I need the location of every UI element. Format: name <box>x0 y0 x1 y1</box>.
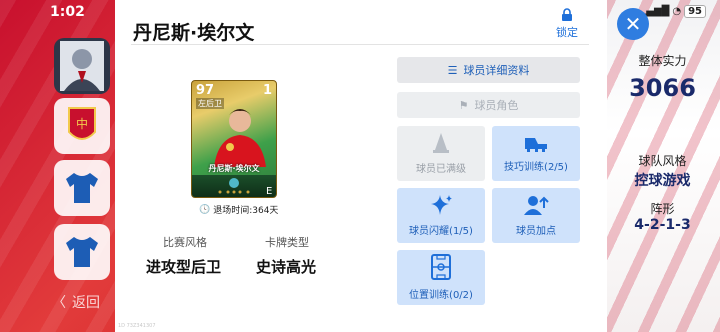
position-training-tile[interactable]: 位置训练(0/2) <box>397 250 485 305</box>
home-kit-icon <box>66 173 98 203</box>
strength-value: 3066 <box>629 74 696 102</box>
team-style-label: 球队风格 <box>638 154 687 168</box>
sparkle-icon <box>431 195 452 215</box>
manager-avatar-icon <box>60 41 104 91</box>
close-button[interactable]: ✕ <box>617 8 649 40</box>
formation-value: 4-2-1-3 <box>634 217 691 233</box>
away-kit-button[interactable] <box>54 224 110 280</box>
list-icon: ☰ <box>447 63 458 77</box>
clock-icon: 🕓 <box>199 204 211 215</box>
card-badge-icon: E <box>218 178 272 197</box>
flag-icon: ⚑ <box>458 98 469 112</box>
card-type-label: 卡牌类型 <box>265 236 309 249</box>
lock-label: 锁定 <box>556 26 578 39</box>
svg-text:E: E <box>266 186 272 197</box>
team-emblem-icon: 中 <box>68 107 96 140</box>
team-emblem-button[interactable]: 中 <box>54 98 110 154</box>
card-rating: 97 <box>196 83 215 98</box>
cone-icon <box>433 133 449 153</box>
skill-training-tile[interactable]: 技巧训练(2/5) <box>492 126 580 181</box>
back-button[interactable]: 〈 返回 <box>52 290 112 314</box>
player-detail-modal: 丹尼斯·埃尔文 锁定 97 1 左后卫 丹尼斯·埃尔文 E 🕓 退场时间:364… <box>115 0 607 332</box>
player-role-button[interactable]: ⚑ 球员角色 <box>397 92 580 118</box>
home-kit-button[interactable] <box>54 160 110 216</box>
card-player-name: 丹尼斯·埃尔文 <box>208 164 260 173</box>
player-boost-label: 球员加点 <box>516 226 556 237</box>
retire-text: 退场时间:364天 <box>213 206 279 216</box>
away-kit-icon <box>66 237 98 267</box>
player-card[interactable]: 97 1 左后卫 丹尼斯·埃尔文 E <box>191 80 277 198</box>
manager-avatar-button[interactable] <box>54 38 110 94</box>
team-style-value: 控球游戏 <box>634 173 691 189</box>
player-flash-label: 球员闪耀(1/5) <box>409 226 473 237</box>
back-label: 返回 <box>72 295 100 311</box>
title-divider <box>131 44 589 45</box>
player-maxed-label: 球员已满级 <box>416 164 466 175</box>
player-details-label: 球员详细资料 <box>463 64 530 77</box>
user-plus-icon <box>524 196 549 215</box>
position-training-label: 位置训练(0/2) <box>409 290 473 301</box>
player-photo <box>214 109 266 167</box>
svg-text:中: 中 <box>76 116 88 131</box>
card-base: E <box>192 175 276 197</box>
boot-icon <box>525 138 547 152</box>
chevron-left-icon: 〈 <box>52 295 66 311</box>
player-role-label: 球员角色 <box>474 99 519 112</box>
player-details-button[interactable]: ☰ 球员详细资料 <box>397 57 580 83</box>
team-summary-panel: 整体实力 3066 球队风格 控球游戏 阵形 4-2-1-3 <box>605 0 720 332</box>
close-icon: ✕ <box>624 12 642 36</box>
play-style-value: 进攻型后卫 <box>146 258 222 276</box>
card-number: 1 <box>262 83 272 98</box>
player-name-title: 丹尼斯·埃尔文 <box>133 22 255 44</box>
footer-code: 1D 73Z341307 <box>118 323 156 329</box>
play-style-label: 比赛风格 <box>163 236 207 249</box>
player-flash-tile[interactable]: 球员闪耀(1/5) <box>397 188 485 243</box>
lock-button[interactable]: 锁定 <box>547 8 587 40</box>
skill-training-label: 技巧训练(2/5) <box>504 162 568 173</box>
status-time: 1:02 <box>50 4 85 20</box>
formation-label: 阵形 <box>650 202 675 216</box>
strength-label: 整体实力 <box>638 54 687 68</box>
player-boost-tile[interactable]: 球员加点 <box>492 188 580 243</box>
card-type-value: 史诗高光 <box>256 258 317 276</box>
player-maxed-tile[interactable]: 球员已满级 <box>397 126 485 181</box>
retire-time: 🕓 退场时间:364天 <box>199 203 279 217</box>
lock-icon <box>562 8 572 21</box>
pitch-icon <box>431 254 451 280</box>
